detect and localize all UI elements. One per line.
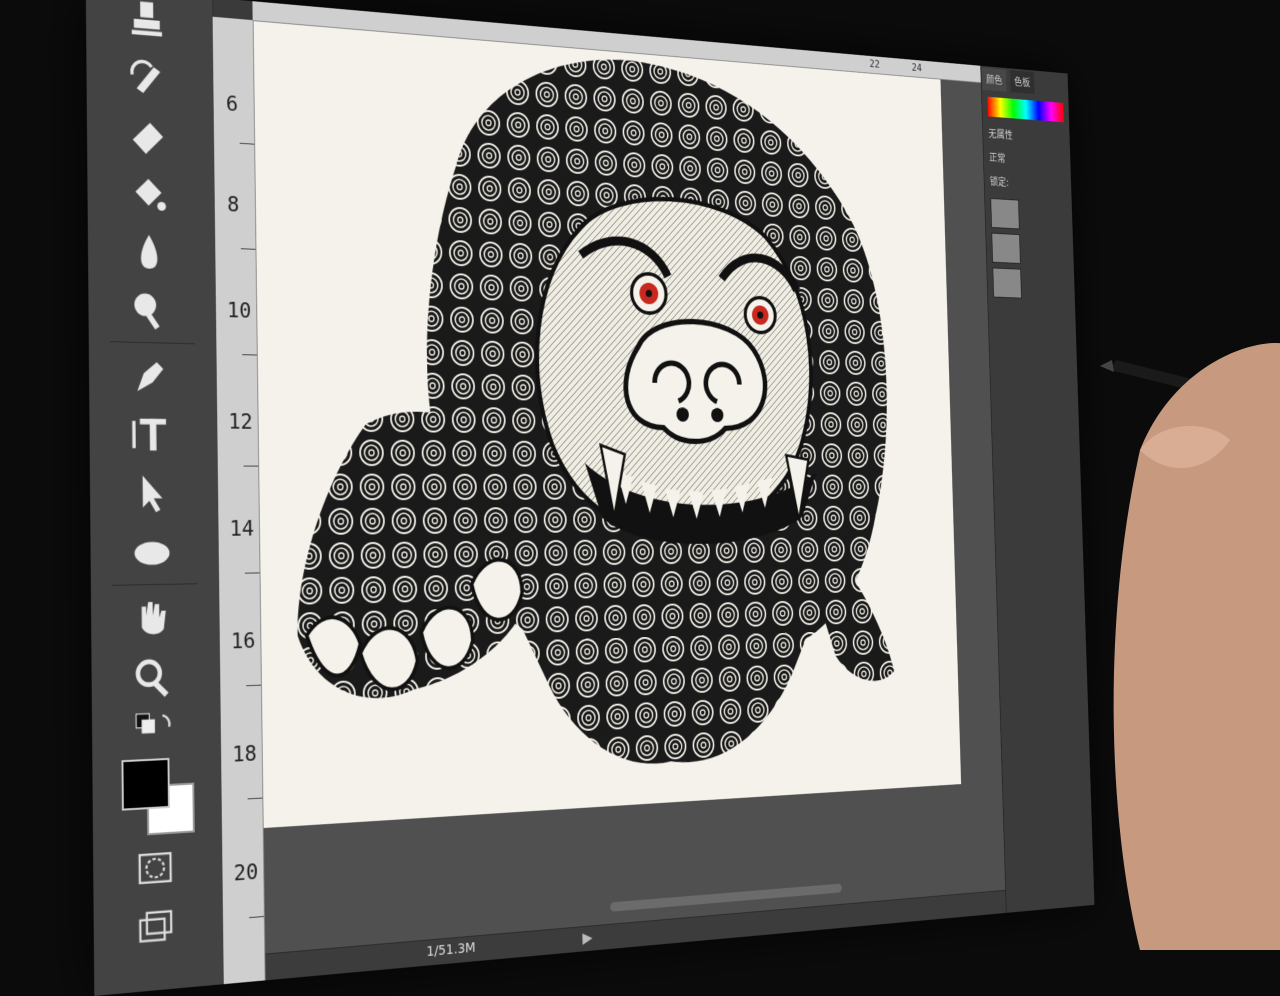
- ruler-label: 12: [228, 410, 253, 435]
- history-brush-tool-button[interactable]: [117, 47, 178, 108]
- history-brush-tool-icon: [125, 54, 161, 95]
- layer-thumbnail[interactable]: [990, 198, 1020, 230]
- ruler-label: 16: [230, 629, 256, 655]
- foreground-color-swatch[interactable]: [121, 757, 170, 811]
- pen-tool-button[interactable]: [120, 346, 181, 404]
- ruler-label: 10: [226, 298, 252, 324]
- tools-divider: [112, 583, 198, 586]
- color-spectrum[interactable]: [987, 96, 1064, 123]
- quick-mask-button[interactable]: [124, 837, 186, 900]
- stamp-tool-button[interactable]: [116, 0, 177, 50]
- tools-divider: [109, 341, 196, 345]
- monitor-screen: 6 8 10 12 14 16 18 20 22 24 1/51.3M ▶ 颜色…: [85, 0, 1095, 996]
- blur-tool-icon: [140, 234, 158, 270]
- ruler-label: 22: [869, 57, 880, 71]
- ruler-label: 24: [911, 61, 922, 74]
- ruler-label: 6: [225, 92, 239, 117]
- hand-with-stylus: [1100, 343, 1280, 950]
- stamp-tool-icon: [131, 1, 163, 37]
- screen-mode-icon: [138, 904, 178, 943]
- ruler-label: 20: [233, 859, 259, 887]
- ruler-label: 8: [226, 192, 240, 218]
- ruler-label: 14: [229, 517, 255, 542]
- eraser-tool-button[interactable]: [117, 106, 178, 166]
- foo-dog-illustration: [294, 43, 897, 777]
- dodge-tool-button[interactable]: [119, 282, 180, 341]
- dodge-tool-icon: [134, 293, 160, 330]
- path-selection-tool-button[interactable]: [121, 465, 182, 523]
- zoom-tool-icon: [131, 654, 175, 697]
- paint-bucket-tool-icon: [135, 178, 166, 212]
- default-colors-button[interactable]: [123, 699, 185, 760]
- path-selection-tool-icon: [142, 475, 163, 513]
- tools-panel: [85, 0, 225, 996]
- document-size: 1/51.3M: [426, 940, 476, 960]
- lock-label: 锁定:: [989, 175, 1010, 189]
- workspace: [253, 21, 1007, 981]
- paint-bucket-tool-button[interactable]: [118, 164, 179, 224]
- screen-mode-button[interactable]: [125, 897, 187, 960]
- type-tool-button[interactable]: [120, 406, 181, 464]
- hand-tool-button[interactable]: [122, 588, 184, 647]
- swap-colors-icon: [132, 706, 176, 734]
- document-canvas[interactable]: [253, 21, 962, 829]
- ellipse-tool-icon: [134, 541, 170, 565]
- ellipse-tool-button[interactable]: [121, 524, 182, 582]
- tab-swatches[interactable]: 色板: [1009, 70, 1035, 95]
- blur-tool-button[interactable]: [118, 223, 179, 282]
- pen-tool-icon: [137, 361, 164, 392]
- type-tool-icon: [132, 418, 167, 451]
- status-menu-arrow-icon[interactable]: ▶: [582, 928, 592, 947]
- ruler-label: 18: [232, 741, 257, 768]
- eraser-tool-icon: [132, 121, 164, 155]
- hand-tool-icon: [141, 601, 167, 635]
- quick-mask-icon: [133, 844, 177, 893]
- layer-thumbnail[interactable]: [992, 267, 1022, 299]
- tab-color[interactable]: 颜色: [981, 67, 1007, 92]
- layer-thumbnail[interactable]: [991, 232, 1021, 264]
